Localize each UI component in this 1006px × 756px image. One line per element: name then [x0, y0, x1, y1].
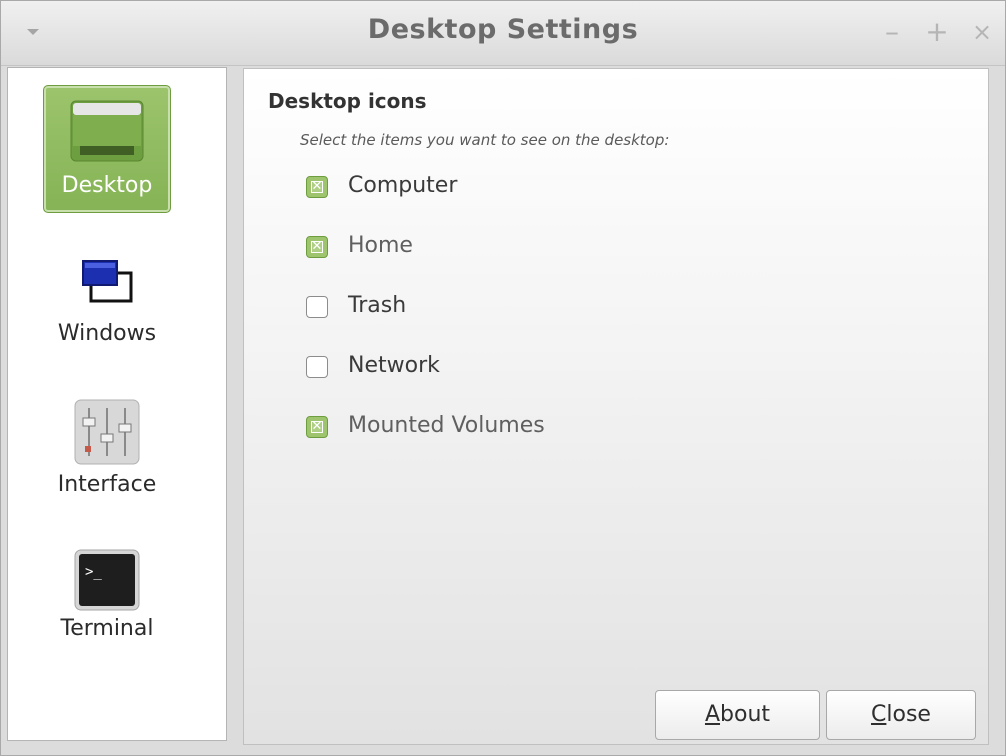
home-checkbox[interactable]: ✕ [306, 236, 328, 258]
svg-text:>_: >_ [85, 564, 102, 580]
computer-checkbox[interactable]: ✕ [306, 176, 328, 198]
sidebar-item-interface[interactable]: Interface [43, 394, 171, 522]
section-description: Select the items you want to see on the … [300, 131, 670, 149]
close-mnemonic: C [871, 702, 887, 727]
sidebar-item-label: Desktop [61, 173, 153, 198]
sidebar-item-label: Terminal [60, 616, 154, 641]
section-title: Desktop icons [268, 89, 427, 113]
sidebar-item-label: Windows [57, 321, 157, 346]
close-button[interactable]: Close [826, 690, 976, 740]
about-label: bout [720, 702, 771, 727]
mounted-volumes-checkbox[interactable]: ✕ [306, 416, 328, 438]
option-label: Mounted Volumes [348, 413, 545, 438]
sidebar-item-desktop[interactable]: Desktop [43, 85, 171, 213]
option-label: Network [348, 353, 440, 378]
trash-checkbox[interactable] [306, 296, 328, 318]
title-bar[interactable]: Desktop Settings – + × [1, 1, 1005, 66]
windows-icon [81, 259, 135, 307]
sidebar-item-terminal[interactable]: >_ Terminal [43, 544, 171, 672]
network-checkbox[interactable] [306, 356, 328, 378]
maximize-button[interactable]: + [922, 15, 952, 49]
sidebar-item-windows[interactable]: Windows [43, 243, 171, 371]
sidebar: Desktop Windows Interface >_ Terminal [7, 67, 227, 741]
minimize-button[interactable]: – [877, 15, 907, 49]
desktop-icon [70, 100, 144, 166]
about-button[interactable]: About [655, 690, 820, 740]
desktop-icons-panel: Desktop icons Select the items you want … [243, 68, 989, 745]
option-label: Trash [348, 293, 407, 318]
close-window-button[interactable]: × [967, 15, 997, 49]
interface-icon [73, 398, 141, 470]
option-label: Computer [348, 173, 458, 198]
sidebar-item-label: Interface [57, 472, 157, 497]
close-label: lose [886, 702, 931, 727]
terminal-icon: >_ [73, 548, 141, 616]
option-label: Home [348, 233, 413, 258]
window-title: Desktop Settings [367, 14, 639, 45]
desktop-settings-window: Desktop Settings – + × Desktop Windows I… [0, 0, 1006, 756]
about-mnemonic: A [704, 702, 721, 727]
